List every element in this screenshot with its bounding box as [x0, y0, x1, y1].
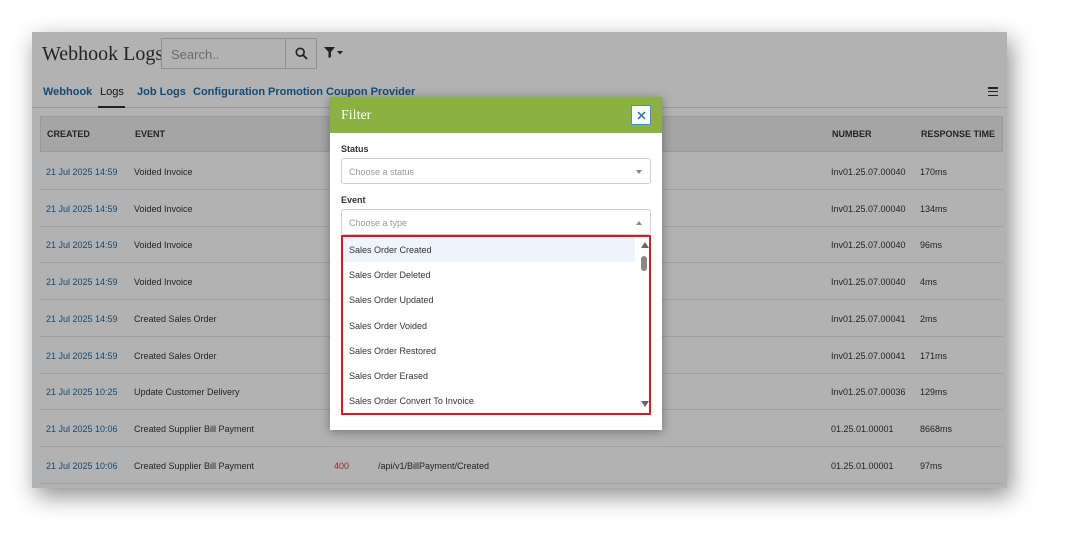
event-option[interactable]: Sales Order Convert To Invoice: [343, 388, 635, 413]
webhook-logs-window: Webhook Logs Search.. Webhook Logs Job L…: [32, 32, 1007, 488]
modal-title: Filter: [341, 108, 372, 123]
event-option[interactable]: Sales Order Restored: [343, 338, 635, 363]
status-placeholder: Choose a status: [349, 167, 415, 177]
event-option[interactable]: Sales Order Erased: [343, 363, 635, 388]
event-label: Event: [341, 195, 366, 205]
scroll-up-arrow-icon[interactable]: [641, 242, 649, 248]
event-options-list[interactable]: Sales Order Created Sales Order Deleted Sa…: [341, 235, 651, 415]
scroll-down-arrow-icon[interactable]: [641, 401, 649, 407]
event-option[interactable]: Sales Order Voided: [343, 313, 635, 338]
close-button[interactable]: [631, 105, 651, 125]
event-placeholder: Choose a type: [349, 218, 408, 228]
chevron-up-icon: [636, 221, 642, 225]
status-label: Status: [341, 144, 369, 154]
close-icon: [636, 110, 646, 120]
event-select[interactable]: Choose a type: [341, 209, 651, 235]
event-option[interactable]: Sales Order Deleted: [343, 262, 635, 287]
chevron-down-icon: [636, 170, 642, 174]
filter-modal: Filter Status Choose a status Event Choo…: [330, 97, 662, 430]
scrollbar-thumb[interactable]: [641, 256, 647, 271]
status-select[interactable]: Choose a status: [341, 158, 651, 184]
modal-header: Filter: [330, 97, 662, 133]
event-option[interactable]: Sales Order Created: [343, 237, 635, 262]
event-option[interactable]: Sales Order Updated: [343, 287, 635, 312]
